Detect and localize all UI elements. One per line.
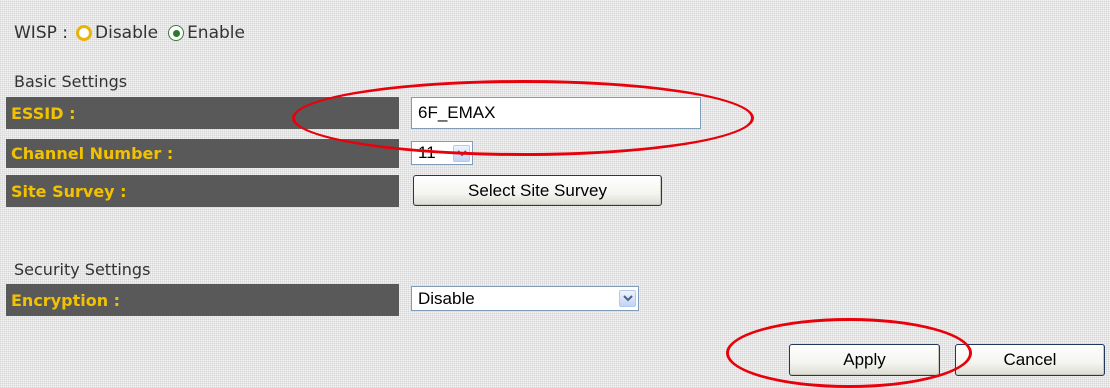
wisp-row: WISP : Disable Enable: [14, 19, 247, 47]
wisp-disable-label[interactable]: Disable: [95, 23, 158, 43]
basic-settings-title: Basic Settings: [14, 72, 128, 91]
wisp-enable-radio[interactable]: [168, 25, 185, 41]
apply-highlight-ellipse: [726, 318, 972, 388]
wisp-enable-label[interactable]: Enable: [187, 23, 245, 43]
chevron-down-icon[interactable]: [619, 290, 636, 307]
select-site-survey-button[interactable]: Select Site Survey: [413, 175, 662, 206]
encryption-value: Disable: [418, 288, 475, 308]
site-survey-label: Site Survey :: [6, 175, 399, 207]
encryption-label: Encryption :: [6, 284, 399, 316]
security-settings-title: Security Settings: [14, 260, 151, 279]
essid-highlight-ellipse: [292, 80, 754, 156]
encryption-select[interactable]: Disable: [411, 286, 639, 311]
wisp-label: WISP :: [14, 23, 68, 43]
wisp-disable-radio[interactable]: [76, 25, 92, 41]
radio-selected-dot: [172, 29, 180, 37]
cancel-button[interactable]: Cancel: [955, 344, 1105, 376]
channel-number-label: Channel Number :: [6, 139, 399, 168]
